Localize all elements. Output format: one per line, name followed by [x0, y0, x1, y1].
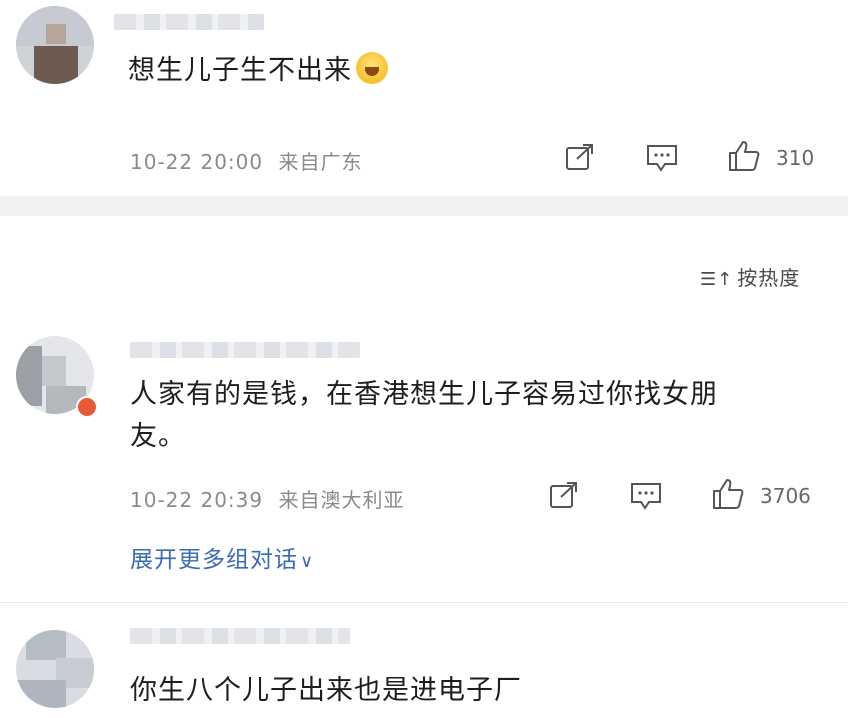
section-divider — [0, 196, 848, 216]
comment-time: 10-22 20:39 — [130, 488, 264, 512]
username-blurred[interactable] — [130, 342, 360, 358]
chevron-down-icon: ∨ — [300, 551, 315, 572]
share-icon[interactable] — [565, 143, 595, 171]
like-icon[interactable] — [727, 139, 761, 173]
sort-control[interactable]: ☰↑ 按热度 — [700, 262, 800, 291]
comment-icon[interactable] — [630, 482, 662, 510]
expand-conversation-link[interactable]: 展开更多组对话 ∨ — [130, 540, 314, 574]
comment-text: 想生儿子生不出来 — [128, 52, 388, 90]
comment-time: 10-22 20:00 — [130, 150, 264, 174]
comment-location: 来自澳大利亚 — [278, 488, 405, 512]
comment-icon[interactable] — [646, 144, 678, 172]
avatar[interactable] — [16, 630, 94, 708]
avatar[interactable] — [16, 6, 94, 84]
username-blurred[interactable] — [114, 14, 264, 30]
username-blurred[interactable] — [130, 628, 350, 644]
like-icon[interactable] — [711, 477, 745, 511]
like-count: 310 — [776, 146, 815, 170]
laughing-crying-emoji-icon — [356, 52, 388, 84]
comment-meta: 10-22 20:39 来自澳大利亚 — [130, 484, 404, 513]
comment-text: 人家有的是钱，在香港想生儿子容易过你找女朋 友。 — [130, 379, 718, 452]
comment-meta: 10-22 20:00 来自广东 — [130, 146, 362, 175]
comment-divider — [0, 602, 848, 603]
verified-badge-icon — [76, 396, 98, 418]
share-icon[interactable] — [549, 481, 579, 509]
sort-icon: ☰↑ — [700, 269, 734, 290]
comment-location: 来自广东 — [278, 150, 363, 174]
comment-text: 你生八个儿子出来也是进电子厂 — [130, 675, 522, 706]
like-count: 3706 — [760, 484, 811, 508]
